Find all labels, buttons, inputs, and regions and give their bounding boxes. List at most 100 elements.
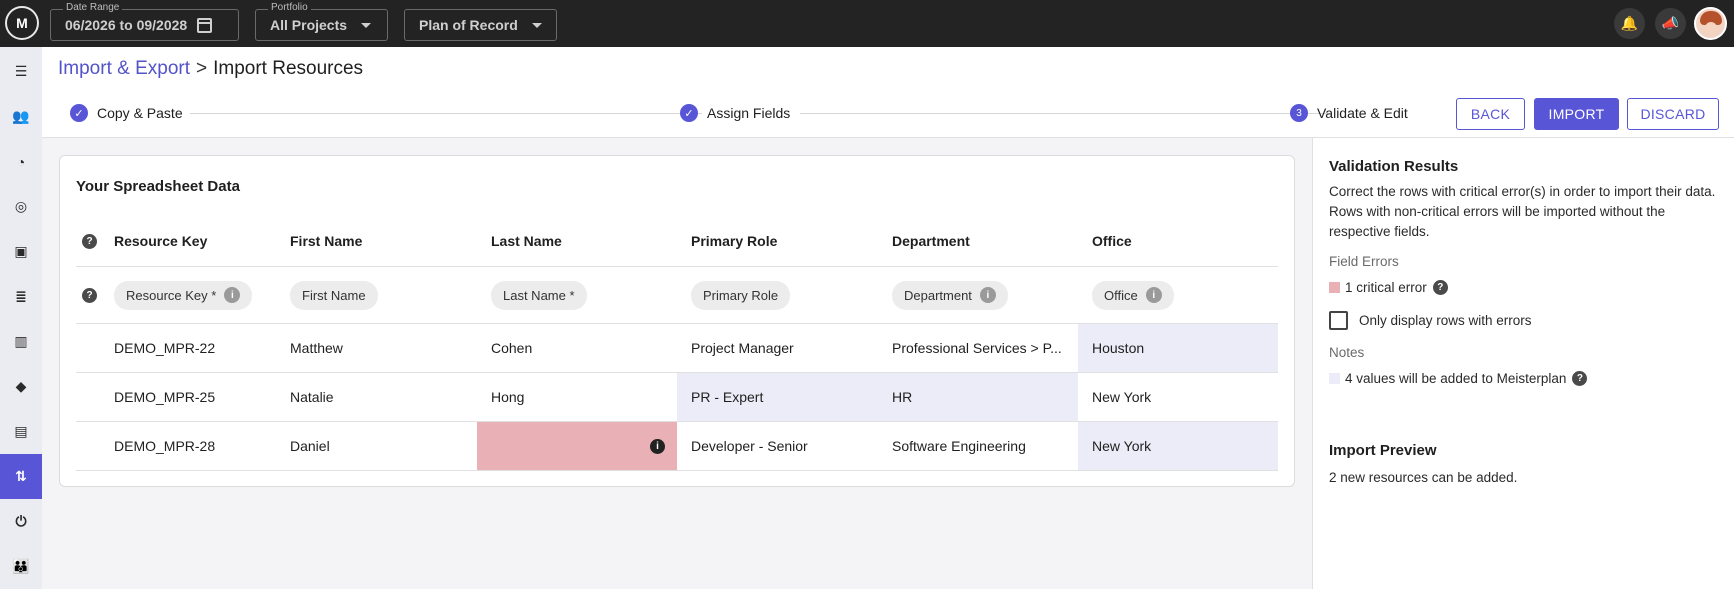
portfolio-select[interactable]: Portfolio All Projects — [255, 2, 388, 41]
info-icon[interactable]: i — [224, 287, 241, 303]
page-title: Import Resources — [213, 58, 364, 79]
critical-swatch — [1329, 282, 1340, 293]
discard-button[interactable]: DISCARD — [1627, 98, 1719, 130]
back-button[interactable]: BACK — [1456, 98, 1525, 130]
cell-department[interactable]: Software Engineering — [878, 422, 1078, 470]
cell-resource-key[interactable]: DEMO_MPR-22 — [100, 324, 276, 372]
col-header-resource-key: Resource Key — [114, 233, 208, 249]
resources-icon[interactable]: 👥 — [0, 94, 42, 139]
integrations-plug-icon[interactable]: ⏻ — [0, 499, 42, 544]
announcements-megaphone-icon[interactable]: 📣 — [1655, 8, 1686, 39]
col-header-primary-role: Primary Role — [691, 233, 778, 249]
assignments-icon[interactable]: ▣ — [0, 229, 42, 274]
import-export-icon[interactable]: ⇅ — [0, 454, 42, 499]
col-header-office: Office — [1092, 233, 1132, 249]
cell-office[interactable]: New York — [1078, 422, 1278, 470]
mapping-chip-department[interactable]: Department i — [892, 280, 1008, 310]
page-header: Import & Export > Import Resources ✓ Copy … — [42, 47, 1734, 138]
only-errors-label: Only display rows with errors — [1359, 313, 1532, 328]
chevron-down-icon — [531, 22, 542, 28]
field-errors-label: Field Errors — [1329, 254, 1399, 269]
cell-primary-role[interactable]: Developer - Senior — [677, 422, 878, 470]
cell-office[interactable]: Houston — [1078, 324, 1278, 372]
sidebar: ☰ 👥 ◔ ◎ ▣ ≣ ▥ ◆ ▤ ⇅ ⏻ 👪 — [0, 47, 42, 589]
import-button[interactable]: IMPORT — [1534, 98, 1619, 130]
cell-last-name[interactable]: Hong — [477, 373, 677, 421]
validation-panel: Validation Results Correct the rows with… — [1312, 138, 1734, 589]
step-label: Copy & Paste — [97, 105, 183, 121]
critical-error-text: 1 critical error — [1345, 280, 1427, 295]
cell-department[interactable]: Professional Services > P... — [878, 324, 1078, 372]
notes-label: Notes — [1329, 345, 1365, 360]
info-icon[interactable]: i — [979, 287, 996, 303]
only-errors-toggle[interactable]: Only display rows with errors — [1329, 311, 1532, 330]
date-range-value: 06/2026 to 09/2028 — [65, 17, 188, 33]
dashboard-icon[interactable]: ◔ — [0, 139, 42, 184]
notifications-bell-icon[interactable]: 🔔 — [1614, 8, 1645, 39]
import-preview-title: Import Preview — [1329, 442, 1437, 459]
help-icon[interactable]: ? — [1432, 280, 1448, 295]
field-mapping-row: ? Resource Key * i First Name Last Name *… — [76, 267, 1278, 324]
step-validate-edit[interactable]: 3 Validate & Edit — [1290, 104, 1408, 122]
date-range-label: Date Range — [63, 2, 123, 13]
plan-value: Plan of Record — [419, 17, 518, 33]
error-info-icon[interactable]: i — [650, 438, 665, 454]
mapping-chip-office[interactable]: Office i — [1092, 280, 1174, 310]
cell-first-name[interactable]: Natalie — [276, 373, 477, 421]
cell-last-name-error[interactable]: i — [477, 422, 677, 470]
mapping-chip-primary-role[interactable]: Primary Role — [691, 280, 791, 310]
cell-first-name[interactable]: Matthew — [276, 324, 477, 372]
step-copy-paste[interactable]: ✓ Copy & Paste — [70, 104, 183, 122]
added-swatch — [1329, 373, 1340, 384]
cell-primary-role[interactable]: PR - Expert — [677, 373, 878, 421]
added-values-legend: 4 values will be added to Meisterplan ? — [1329, 371, 1588, 386]
check-icon: ✓ — [70, 104, 88, 122]
critical-error-legend: 1 critical error ? — [1329, 280, 1448, 295]
step-connector — [190, 113, 702, 114]
date-range-picker[interactable]: Date Range 06/2026 to 09/2028 — [50, 2, 239, 41]
cell-primary-role[interactable]: Project Manager — [677, 324, 878, 372]
table-header-row: ? Resource Key First Name Last Name Prim… — [76, 216, 1278, 267]
portfolio-label: Portfolio — [268, 2, 311, 13]
breadcrumb: Import & Export > Import Resources — [58, 58, 363, 80]
help-icon[interactable]: ? — [82, 287, 97, 303]
only-errors-checkbox[interactable] — [1329, 311, 1348, 330]
mapping-chip-last-name[interactable]: Last Name * — [491, 280, 587, 310]
goals-target-icon[interactable]: ◎ — [0, 184, 42, 229]
avatar[interactable] — [1694, 7, 1727, 40]
logo-icon[interactable]: M — [5, 6, 39, 40]
help-icon[interactable]: ? — [1572, 371, 1588, 386]
cell-department[interactable]: HR — [878, 373, 1078, 421]
mapping-chip-first-name[interactable]: First Name — [290, 280, 378, 310]
col-header-first-name: First Name — [290, 233, 363, 249]
validation-description: Correct the rows with critical error(s) … — [1329, 184, 1716, 239]
top-bar: M Date Range 06/2026 to 09/2028 Portfoli… — [0, 0, 1734, 47]
reports-icon[interactable]: ▤ — [0, 409, 42, 454]
cell-office[interactable]: New York — [1078, 373, 1278, 421]
users-icon[interactable]: 👪 — [0, 544, 42, 589]
menu-toggle-icon[interactable]: ☰ — [0, 49, 42, 94]
plan-select[interactable]: Plan of Record — [404, 9, 557, 41]
cell-resource-key[interactable]: DEMO_MPR-28 — [100, 422, 276, 470]
cell-resource-key[interactable]: DEMO_MPR-25 — [100, 373, 276, 421]
import-preview-text: 2 new resources can be added. — [1329, 470, 1518, 485]
step-assign-fields[interactable]: ✓ Assign Fields — [680, 104, 790, 122]
step-connector — [800, 113, 1330, 114]
mapping-chip-resource-key[interactable]: Resource Key * i — [114, 280, 253, 310]
chevron-down-icon — [361, 22, 372, 28]
breadcrumb-import-export-link[interactable]: Import & Export — [58, 58, 190, 79]
cell-first-name[interactable]: Daniel — [276, 422, 477, 470]
breadcrumb-separator: > — [196, 58, 208, 79]
cell-last-name[interactable]: Cohen — [477, 324, 677, 372]
check-icon: ✓ — [680, 104, 698, 122]
info-icon[interactable]: i — [1145, 287, 1162, 303]
roadmap-icon[interactable]: ◆ — [0, 364, 42, 409]
col-header-last-name: Last Name — [491, 233, 562, 249]
columns-icon[interactable]: ▥ — [0, 319, 42, 364]
calendar-icon — [197, 17, 213, 33]
portfolio-value: All Projects — [270, 17, 348, 33]
list-icon[interactable]: ≣ — [0, 274, 42, 319]
help-icon[interactable]: ? — [82, 233, 97, 249]
validation-title: Validation Results — [1329, 158, 1459, 175]
col-header-department: Department — [892, 233, 970, 249]
